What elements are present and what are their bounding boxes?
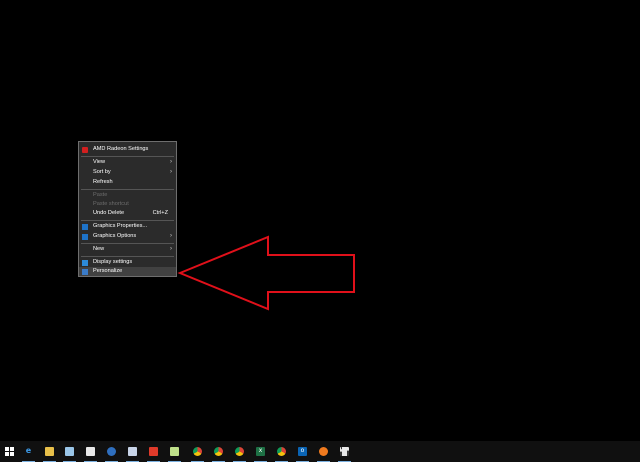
menu-item-refresh[interactable]: Refresh bbox=[79, 178, 176, 187]
menu-item-paste: Paste bbox=[79, 191, 176, 200]
intel-graphics-icon bbox=[82, 223, 88, 230]
menu-separator bbox=[81, 156, 174, 157]
submenu-arrow-icon: › bbox=[170, 169, 172, 175]
display-monitor-icon bbox=[82, 259, 88, 266]
menu-item-graphics-options[interactable]: Graphics Options › bbox=[79, 232, 176, 241]
notepad-icon bbox=[170, 447, 179, 456]
menu-item-label: Sort by bbox=[93, 169, 111, 175]
menu-item-label: Personalize bbox=[93, 268, 123, 274]
menu-item-view[interactable]: View › bbox=[79, 158, 176, 167]
menu-item-label: Display settings bbox=[93, 259, 133, 265]
menu-item-new[interactable]: New › bbox=[79, 245, 176, 254]
taskbar-app-4[interactable] bbox=[80, 441, 101, 462]
taskbar-chrome-1[interactable] bbox=[187, 441, 208, 462]
app-icon bbox=[65, 447, 74, 456]
taskbar-app-8[interactable] bbox=[164, 441, 185, 462]
taskbar-app-6[interactable] bbox=[122, 441, 143, 462]
menu-item-label: Refresh bbox=[93, 179, 113, 185]
chrome-icon bbox=[214, 447, 223, 456]
app-icon bbox=[86, 447, 95, 456]
taskbar: e x o bbox=[0, 441, 640, 462]
film-strip-icon bbox=[340, 447, 349, 456]
taskbar-excel[interactable]: x bbox=[250, 441, 271, 462]
taskbar-app-5[interactable] bbox=[101, 441, 122, 462]
taskbar-edge[interactable]: e bbox=[18, 441, 39, 462]
folder-icon bbox=[45, 447, 54, 456]
taskbar-firefox[interactable] bbox=[313, 441, 334, 462]
submenu-arrow-icon: › bbox=[170, 233, 172, 239]
taskbar-chrome-2[interactable] bbox=[208, 441, 229, 462]
menu-item-undo-delete[interactable]: Undo Delete Ctrl+Z bbox=[79, 209, 176, 218]
menu-separator bbox=[81, 189, 174, 190]
menu-item-label: Graphics Options bbox=[93, 233, 137, 239]
menu-item-label: New bbox=[93, 246, 105, 252]
menu-item-personalize[interactable]: Personalize bbox=[79, 267, 176, 276]
firefox-icon bbox=[319, 447, 328, 456]
submenu-arrow-icon: › bbox=[170, 246, 172, 252]
taskbar-chrome-3[interactable] bbox=[229, 441, 250, 462]
taskbar-file-explorer[interactable] bbox=[39, 441, 60, 462]
menu-separator bbox=[81, 256, 174, 257]
taskbar-app-3[interactable] bbox=[59, 441, 80, 462]
app-icon bbox=[149, 447, 158, 456]
edge-icon: e bbox=[25, 446, 32, 455]
menu-item-label: View bbox=[93, 159, 106, 165]
app-icon bbox=[107, 447, 116, 456]
taskbar-outlook[interactable]: o bbox=[292, 441, 313, 462]
app-icon bbox=[128, 447, 137, 456]
menu-item-label: Paste bbox=[93, 192, 108, 198]
chrome-icon bbox=[235, 447, 244, 456]
excel-glyph: x bbox=[258, 447, 263, 454]
menu-item-display-settings[interactable]: Display settings bbox=[79, 258, 176, 267]
amd-radeon-icon bbox=[82, 146, 88, 153]
taskbar-app-film[interactable] bbox=[334, 441, 355, 462]
menu-item-shortcut: Ctrl+Z bbox=[152, 210, 168, 216]
menu-item-sort-by[interactable]: Sort by › bbox=[79, 168, 176, 177]
menu-item-amd-radeon-settings[interactable]: AMD Radeon Settings bbox=[79, 145, 176, 154]
desktop-context-menu: AMD Radeon Settings View › Sort by › Ref… bbox=[78, 141, 177, 277]
taskbar-app-7[interactable] bbox=[143, 441, 164, 462]
chrome-icon bbox=[193, 447, 202, 456]
menu-item-paste-shortcut: Paste shortcut bbox=[79, 200, 176, 209]
menu-item-label: Paste shortcut bbox=[93, 201, 129, 207]
menu-item-graphics-properties[interactable]: Graphics Properties... bbox=[79, 222, 176, 231]
menu-separator bbox=[81, 220, 174, 221]
menu-item-label: Undo Delete bbox=[93, 210, 125, 216]
chrome-icon bbox=[277, 447, 286, 456]
menu-item-label: Graphics Properties... bbox=[93, 223, 148, 229]
taskbar-chrome-4[interactable] bbox=[271, 441, 292, 462]
personalize-icon bbox=[82, 268, 88, 275]
outlook-glyph: o bbox=[300, 447, 305, 454]
menu-item-label: AMD Radeon Settings bbox=[93, 146, 149, 152]
intel-graphics-icon bbox=[82, 233, 88, 240]
menu-separator bbox=[81, 243, 174, 244]
submenu-arrow-icon: › bbox=[170, 159, 172, 165]
